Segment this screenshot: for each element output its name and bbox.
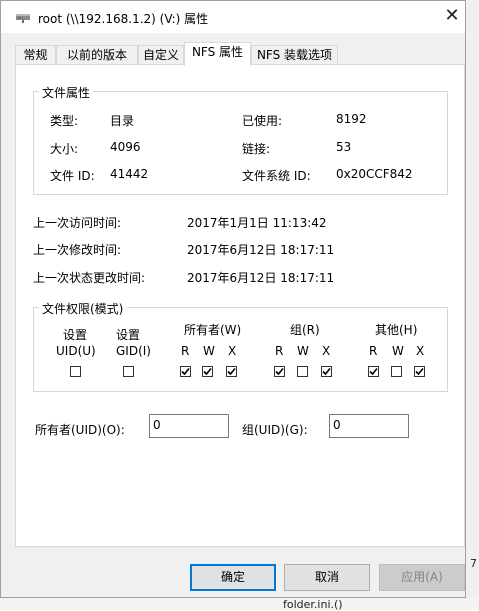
tab-previous-versions[interactable]: 以前的版本 xyxy=(56,45,138,65)
owner-execute-checkbox[interactable] xyxy=(226,366,237,377)
filesystem-id-label: 文件系统 ID: xyxy=(242,169,311,183)
setgid-checkbox[interactable] xyxy=(123,366,134,377)
close-icon: ✕ xyxy=(444,5,460,26)
group-permissions-label: 组(R) xyxy=(290,323,320,337)
group-r-header: R xyxy=(275,344,284,358)
group-gid-input[interactable]: 0 xyxy=(329,414,409,438)
type-label: 类型: xyxy=(50,114,79,128)
group-x-header: X xyxy=(322,344,331,358)
group-write-checkbox[interactable] xyxy=(297,366,308,377)
cancel-button[interactable]: 取消 xyxy=(284,564,370,591)
last-modify-value: 2017年6月12日 18:17:11 xyxy=(187,243,335,257)
file-attributes-legend: 文件属性 xyxy=(39,84,94,101)
size-label: 大小: xyxy=(50,142,79,156)
file-permissions-legend: 文件权限(模式) xyxy=(39,300,127,317)
other-r-header: R xyxy=(369,344,378,358)
other-execute-checkbox[interactable] xyxy=(414,366,425,377)
background-window-edge xyxy=(466,0,479,610)
other-read-checkbox[interactable] xyxy=(368,366,379,377)
ok-button[interactable]: 确定 xyxy=(190,564,276,591)
last-status-change-value: 2017年6月12日 18:17:11 xyxy=(187,271,335,285)
close-button[interactable]: ✕ xyxy=(441,5,463,27)
used-label: 已使用: xyxy=(242,114,283,128)
group-read-checkbox[interactable] xyxy=(274,366,285,377)
apply-button[interactable]: 应用(A) xyxy=(379,564,465,591)
file-permissions-group: 文件权限(模式) 设置 UID(U) 设置 GID(I) 所有者(W) 组(R)… xyxy=(33,300,448,392)
setuid-label-line2: UID(U) xyxy=(56,344,96,358)
tab-customize[interactable]: 自定义 xyxy=(138,45,184,65)
other-x-header: X xyxy=(416,344,425,358)
links-value: 53 xyxy=(336,140,352,154)
background-window-strip xyxy=(0,598,479,610)
filesystem-id-value: 0x20CCF842 xyxy=(336,167,413,181)
owner-uid-input[interactable]: 0 xyxy=(149,414,229,438)
owner-w-header: W xyxy=(203,344,215,358)
last-modify-label: 上一次修改时间: xyxy=(33,243,122,257)
owner-r-header: R xyxy=(181,344,190,358)
file-attributes-group: 文件属性 类型: 目录 大小: 4096 文件 ID: 41442 已使用: 8… xyxy=(33,84,448,195)
other-write-checkbox[interactable] xyxy=(391,366,402,377)
owner-uid-label: 所有者(UID)(O): xyxy=(35,423,125,437)
background-file-label: folder.ini.() xyxy=(283,598,343,611)
background-number: 7 xyxy=(470,557,477,570)
file-id-label: 文件 ID: xyxy=(50,169,95,183)
last-access-value: 2017年1月1日 11:13:42 xyxy=(187,216,327,230)
owner-permissions-label: 所有者(W) xyxy=(184,323,242,337)
group-gid-label: 组(UID)(G): xyxy=(242,423,308,437)
links-label: 链接: xyxy=(242,142,271,156)
owner-read-checkbox[interactable] xyxy=(180,366,191,377)
setuid-checkbox[interactable] xyxy=(70,366,81,377)
tab-nfs-mount-options[interactable]: NFS 装载选项 xyxy=(251,45,338,65)
setuid-label-line1: 设置 xyxy=(63,328,88,342)
setgid-label-line2: GID(I) xyxy=(116,344,151,358)
used-value: 8192 xyxy=(336,112,367,126)
tab-general[interactable]: 常规 xyxy=(15,45,56,65)
owner-write-checkbox[interactable] xyxy=(202,366,213,377)
last-status-change-label: 上一次状态更改时间: xyxy=(33,271,146,285)
window-title: root (\\192.168.1.2) (V:) 属性 xyxy=(38,12,209,26)
group-w-header: W xyxy=(297,344,309,358)
nfs-attributes-panel: 文件属性 类型: 目录 大小: 4096 文件 ID: 41442 已使用: 8… xyxy=(15,64,465,547)
tab-strip: 常规 以前的版本 自定义 NFS 属性 NFS 装载选项 xyxy=(15,42,455,66)
type-value: 目录 xyxy=(110,114,135,128)
size-value: 4096 xyxy=(110,140,141,154)
setgid-label-line1: 设置 xyxy=(116,328,141,342)
file-id-value: 41442 xyxy=(110,167,149,181)
other-w-header: W xyxy=(392,344,404,358)
owner-x-header: X xyxy=(228,344,237,358)
last-access-label: 上一次访问时间: xyxy=(33,216,122,230)
other-permissions-label: 其他(H) xyxy=(375,323,418,337)
title-bar: root (\\192.168.1.2) (V:) 属性 ✕ xyxy=(1,1,465,33)
network-drive-icon xyxy=(15,11,31,23)
group-execute-checkbox[interactable] xyxy=(321,366,332,377)
tab-nfs-attributes[interactable]: NFS 属性 xyxy=(184,42,251,66)
properties-dialog: root (\\192.168.1.2) (V:) 属性 ✕ 常规 以前的版本 … xyxy=(0,0,466,598)
